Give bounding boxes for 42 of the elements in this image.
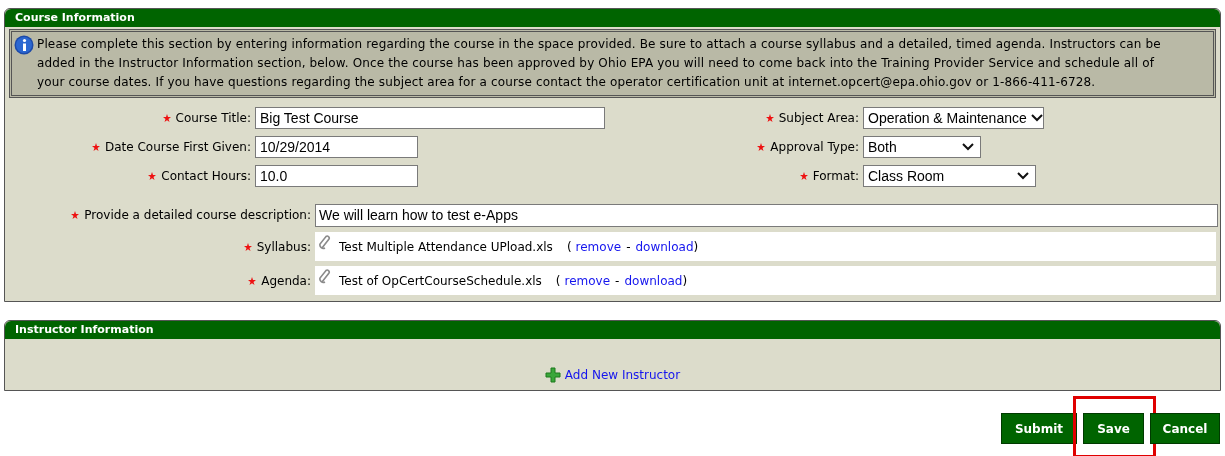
separator-text: -	[626, 238, 631, 256]
caret-icon	[1017, 172, 1029, 180]
paperclip-icon	[318, 268, 332, 284]
file-name: Test Multiple Attendance UPload.xls	[339, 238, 553, 256]
field-label: Contact Hours:	[161, 168, 251, 185]
plus-icon	[544, 367, 561, 383]
select-dropdown[interactable]: Operation & Maintenance	[863, 107, 1044, 129]
info-text: Please complete this section by entering information regarding the course in the space provided. Be sure to attach a course syllabus and a detailed, timed agenda. Instructors can be added in the Instructor Information section, below. Once the course has been approved by Ohio EPA you will need to come back into the Training Provider Service and schedule all of your course dates. If you have questions regarding the subject area for a course contact the operator certification unit at internet.opcert@epa.ohio.gov or 1-866-411-6728.	[37, 36, 1162, 91]
field-label: Course Title:	[175, 110, 251, 127]
action-button[interactable]: Submit	[1001, 413, 1077, 444]
field-label: Agenda:	[261, 272, 311, 290]
select-dropdown[interactable]: Class Room	[863, 165, 1036, 187]
text-field[interactable]: Big Test Course	[255, 107, 605, 129]
field-label: Provide a detailed course description:	[84, 207, 311, 224]
action-button[interactable]: Save	[1083, 413, 1144, 444]
field-label: Date Course First Given:	[104, 139, 251, 156]
bracket-text: )	[693, 238, 699, 256]
add-instructor-link[interactable]: Add New Instructor	[544, 366, 681, 384]
file-name: Test of OpCertCourseSchedule.xls	[339, 272, 542, 290]
field-label: Subject Area:	[778, 110, 859, 127]
bracket-text: )	[682, 272, 688, 290]
separator-text: -	[615, 272, 620, 290]
field-label: Syllabus:	[256, 238, 311, 256]
section-title: Instructor Information	[15, 321, 154, 338]
field-label: Format:	[812, 168, 859, 185]
bracket-text: (	[566, 238, 572, 256]
section-title: Course Information	[15, 9, 135, 26]
field-label: Approval Type:	[770, 139, 859, 156]
caret-icon	[1030, 114, 1043, 122]
text-field[interactable]: 10.0	[255, 165, 418, 187]
caret-icon	[962, 143, 974, 151]
file-link[interactable]: remove	[575, 237, 622, 256]
action-button[interactable]: Cancel	[1150, 413, 1220, 444]
description-field[interactable]: We will learn how to test e-Apps	[315, 203, 1218, 227]
info-icon	[14, 35, 34, 55]
file-link[interactable]: download	[624, 271, 683, 290]
file-link[interactable]: remove	[564, 271, 611, 290]
text-field[interactable]: 10/29/2014	[255, 136, 418, 158]
bracket-text: (	[555, 272, 561, 290]
paperclip-icon	[318, 234, 332, 250]
file-link[interactable]: download	[635, 237, 694, 256]
select-dropdown[interactable]: Both	[863, 136, 981, 158]
